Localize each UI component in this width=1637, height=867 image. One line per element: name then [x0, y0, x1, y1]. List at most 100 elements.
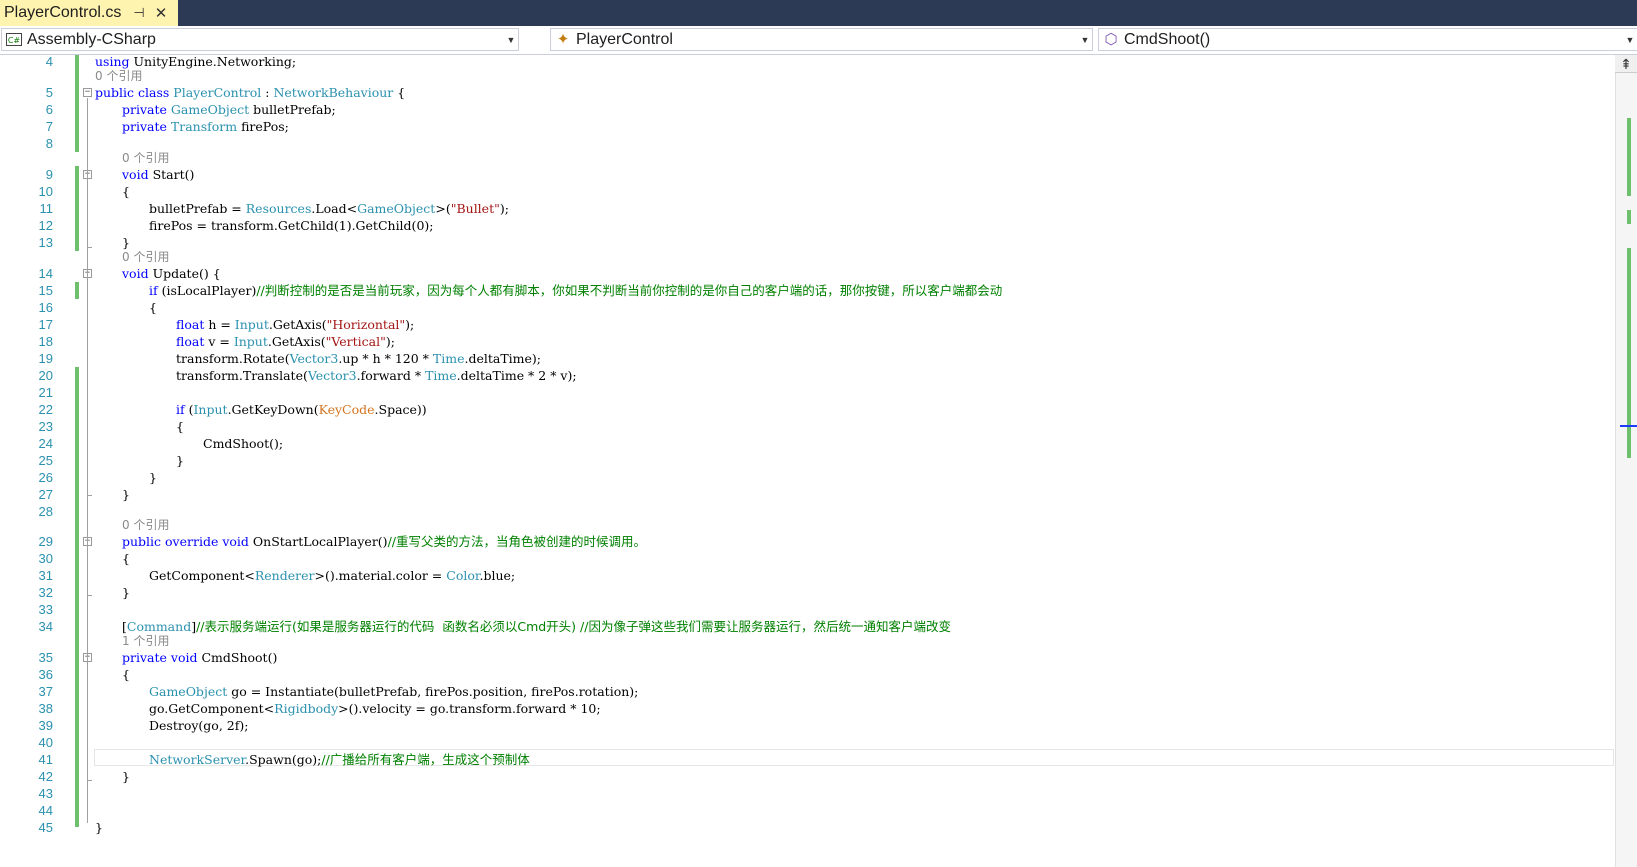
code-text: .Spawn(go);: [245, 752, 322, 767]
codelens-references[interactable]: 0 个引用: [122, 151, 169, 166]
code-line: public override void OnStartLocalPlayer(…: [122, 533, 646, 550]
code-line: {: [122, 667, 130, 682]
scrollbar-change-marker: [1627, 118, 1631, 196]
navigation-bar: C# Assembly-CSharp ▼ ✦ PlayerControl ▼ ⬡…: [0, 26, 1637, 55]
project-dropdown[interactable]: C# Assembly-CSharp ▼: [1, 28, 519, 51]
code-line: go.GetComponent<Rigidbody>().velocity = …: [149, 700, 601, 717]
fold-end: [87, 780, 92, 781]
code-line: {: [122, 184, 130, 199]
code-line: using UnityEngine.Networking;: [95, 55, 296, 70]
method-icon: ⬡: [1104, 30, 1118, 48]
code-text: {: [393, 85, 406, 100]
string-literal: "Bullet": [450, 201, 500, 216]
code-line: {: [149, 300, 157, 315]
line-number: 22: [38, 402, 53, 417]
class-dropdown[interactable]: ✦ PlayerControl ▼: [550, 28, 1093, 51]
type-name: PlayerControl: [173, 85, 262, 100]
line-number: 42: [38, 769, 53, 784]
code-text: >().velocity = go.transform.forward * 10…: [338, 701, 601, 716]
member-dropdown[interactable]: ⬡ CmdShoot() ▼: [1098, 28, 1637, 51]
close-icon[interactable]: ✕: [155, 4, 168, 22]
code-text: :: [261, 85, 274, 100]
keyword: private void: [122, 650, 198, 665]
code-line: void Update() {: [122, 265, 221, 282]
tab-playercontrol-cs[interactable]: PlayerControl.cs ⊣ ✕: [0, 0, 178, 26]
csharp-project-icon: C#: [5, 33, 23, 47]
type-name: Input: [234, 317, 269, 332]
keyword: void: [122, 167, 149, 182]
codelens-references[interactable]: 0 个引用: [122, 250, 169, 265]
code-line: bulletPrefab = Resources.Load<GameObject…: [149, 200, 509, 217]
line-number: 13: [38, 235, 53, 250]
type-name: NetworkServer: [149, 752, 246, 767]
split-editor-icon[interactable]: ⇞: [1615, 55, 1637, 73]
code-line: transform.Translate(Vector3.forward * Ti…: [176, 367, 577, 384]
code-line: }: [122, 769, 130, 784]
code-line: transform.Rotate(Vector3.up * h * 120 * …: [176, 350, 541, 367]
codelens-references[interactable]: 0 个引用: [122, 518, 169, 533]
line-number: 41: [38, 752, 53, 767]
fold-toggle[interactable]: −: [83, 88, 92, 97]
line-number: 18: [38, 334, 53, 349]
project-label: Assembly-CSharp: [27, 30, 156, 48]
code-line: firePos = transform.GetChild(1).GetChild…: [149, 218, 434, 233]
code-line: }: [95, 820, 103, 835]
code-line: private Transform firePos;: [122, 118, 289, 135]
line-number: 7: [45, 119, 53, 134]
line-number: 40: [38, 735, 53, 750]
type-name: Command: [126, 619, 192, 634]
code-editor[interactable]: 4 5 6 7 8 9 10 11 12 13 14 15 16 17 18 1…: [0, 55, 1637, 867]
vertical-scrollbar[interactable]: [1615, 55, 1637, 867]
code-text: Start(): [148, 167, 195, 182]
code-line: }: [122, 487, 130, 502]
code-text: >().material.color =: [314, 568, 447, 583]
class-label: PlayerControl: [576, 30, 673, 48]
type-name: Input: [233, 334, 268, 349]
pin-icon[interactable]: ⊣: [133, 5, 144, 21]
chevron-down-icon: ▼: [506, 34, 516, 45]
codelens-references[interactable]: 0 个引用: [95, 69, 142, 84]
class-icon: ✦: [556, 30, 570, 48]
code-text: .Space)): [374, 402, 427, 417]
code-area[interactable]: using UnityEngine.Networking; 0 个引用 publ…: [95, 55, 1615, 867]
code-line: {: [176, 419, 184, 434]
code-line: void Start(): [122, 166, 194, 183]
code-text: transform.Translate(: [176, 368, 308, 383]
line-number: 39: [38, 718, 53, 733]
code-line: NetworkServer.Spawn(go);//广播给所有客户端，生成这个预…: [149, 751, 530, 768]
code-comment: //重写父类的方法，当角色被创建的时候调用。: [387, 534, 646, 549]
string-literal: "Vertical": [325, 334, 386, 349]
code-comment: //判断控制的是否是当前玩家，因为每个人都有脚本，你如果不判断当前你控制的是你自…: [256, 283, 1003, 298]
code-line: if (Input.GetKeyDown(KeyCode.Space)): [176, 401, 427, 418]
fold-guide: [87, 98, 88, 823]
type-name: Time: [432, 351, 465, 366]
keyword: void: [122, 266, 149, 281]
line-number: 27: [38, 487, 53, 502]
code-line: float h = Input.GetAxis("Horizontal");: [176, 316, 414, 333]
document-tab-strip: PlayerControl.cs ⊣ ✕: [0, 0, 1637, 26]
code-text: .GetKeyDown(: [227, 402, 319, 417]
fold-end: [87, 247, 92, 248]
code-text: );: [385, 334, 395, 349]
type-name: GameObject: [170, 102, 250, 117]
line-number: 31: [38, 568, 53, 583]
line-number: 38: [38, 701, 53, 716]
code-line: float v = Input.GetAxis("Vertical");: [176, 333, 395, 350]
code-text: );: [405, 317, 415, 332]
line-number: 19: [38, 351, 53, 366]
code-text: firePos;: [237, 119, 289, 134]
line-number: 23: [38, 419, 53, 434]
line-number: 30: [38, 551, 53, 566]
change-marker: [75, 55, 79, 152]
scrollbar-change-marker: [1627, 210, 1631, 224]
type-name: Rigidbody: [274, 701, 339, 716]
type-name: Vector3: [289, 351, 339, 366]
line-number: 4: [45, 55, 53, 69]
line-number: 6: [45, 102, 53, 117]
keyword: float: [176, 334, 205, 349]
line-number: 37: [38, 684, 53, 699]
code-text: OnStartLocalPlayer(): [248, 534, 388, 549]
type-name: Time: [425, 368, 457, 383]
codelens-references[interactable]: 1 个引用: [122, 634, 169, 649]
line-number: 34: [38, 619, 53, 634]
